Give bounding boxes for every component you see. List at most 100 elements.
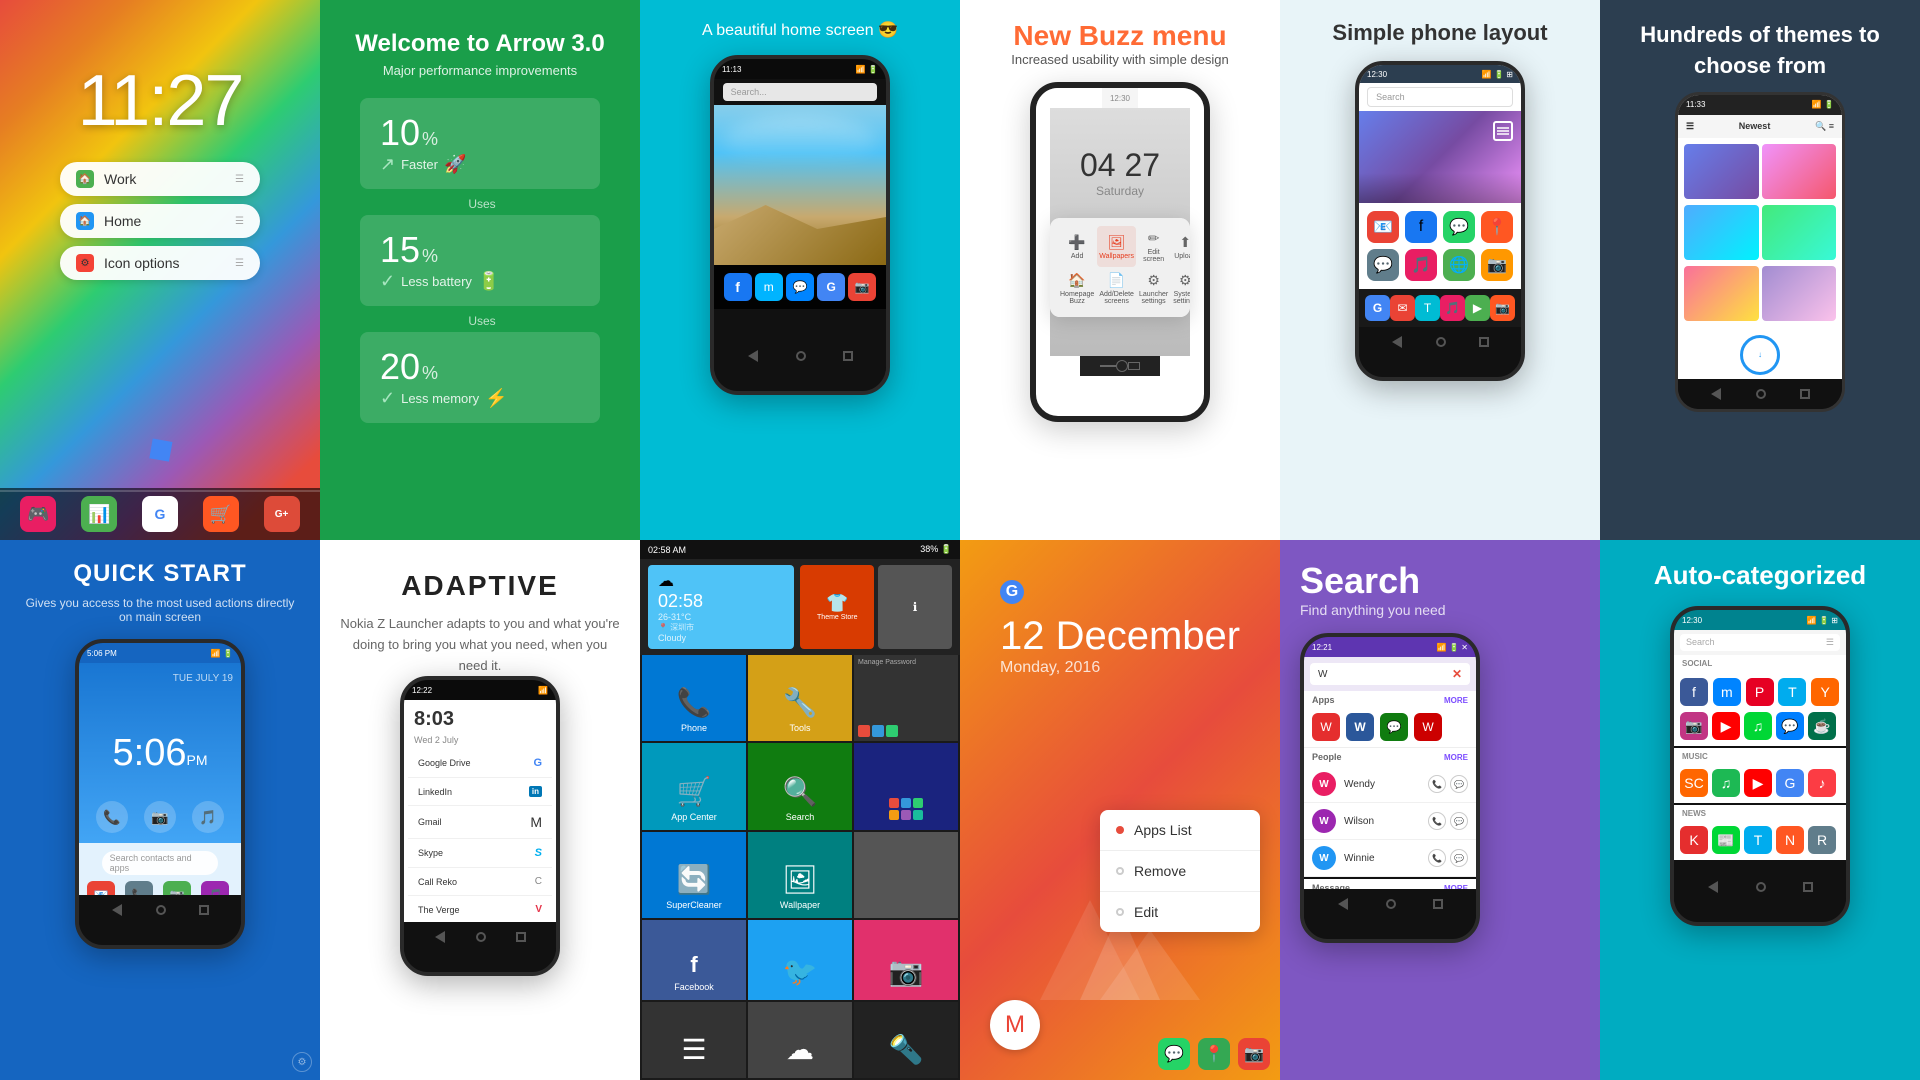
buzz-wallpapers-icon[interactable]: 🖼 Wallpapers bbox=[1097, 226, 1136, 267]
adaptive-home-icon[interactable] bbox=[476, 932, 486, 942]
nokia-app-callreko[interactable]: Call Reko C bbox=[408, 868, 552, 896]
qs-recents-icon[interactable] bbox=[199, 905, 209, 915]
theme-card-6[interactable] bbox=[1762, 266, 1837, 321]
wilson-call-icon[interactable]: 📞 bbox=[1428, 812, 1446, 830]
social-messenger[interactable]: m bbox=[1713, 678, 1741, 706]
context-remove[interactable]: Remove bbox=[1100, 851, 1260, 892]
qs-action-2[interactable]: 📷 bbox=[144, 801, 176, 833]
app-chrome[interactable]: 🌐 bbox=[1443, 249, 1475, 281]
tile-cloud[interactable]: ☁ bbox=[748, 1002, 852, 1078]
app-gmail[interactable]: 📧 bbox=[1367, 211, 1399, 243]
recents-nav-icon[interactable] bbox=[1479, 337, 1489, 347]
person-wendy[interactable]: W Wendy 📞 💬 bbox=[1304, 766, 1476, 803]
nokia-app-drive[interactable]: Google Drive G bbox=[408, 749, 552, 778]
buzz-menu-popup[interactable]: ➕ Add 🖼 Wallpapers ✏ Edit screen ⬆ bbox=[1050, 218, 1190, 317]
person-wilson[interactable]: W Wilson 📞 💬 bbox=[1304, 803, 1476, 840]
buzz-launcher-icon[interactable]: ⚙ Launcher settings bbox=[1137, 268, 1170, 309]
winnie-call-icon[interactable]: 📞 bbox=[1428, 849, 1446, 867]
app-camera[interactable]: 📷 bbox=[1481, 249, 1513, 281]
context-menu-popup[interactable]: Apps List Remove Edit bbox=[1100, 810, 1260, 932]
tile-phone[interactable]: 📞 Phone bbox=[642, 655, 746, 741]
social-twitter[interactable]: T bbox=[1778, 678, 1806, 706]
auto-home-icon[interactable] bbox=[1756, 882, 1766, 892]
dock-app-5[interactable]: ▶ bbox=[1465, 295, 1490, 321]
qs-action-3[interactable]: 🎵 bbox=[192, 801, 224, 833]
search-recents-icon[interactable] bbox=[1433, 899, 1443, 909]
search-back-icon[interactable] bbox=[1338, 898, 1348, 910]
music-youtube[interactable]: ▶ bbox=[1744, 769, 1772, 797]
dock-app-4[interactable]: 🎵 bbox=[1440, 295, 1465, 321]
qs-action-1[interactable]: 📞 bbox=[96, 801, 128, 833]
back-button-icon[interactable] bbox=[748, 350, 758, 362]
menu-item-work[interactable]: 🏠 Work ☰ bbox=[60, 162, 260, 196]
buzz-editscreen-icon[interactable]: ✏ Edit screen bbox=[1137, 226, 1170, 267]
social-yelp[interactable]: Y bbox=[1811, 678, 1839, 706]
tile-insta[interactable]: 📷 bbox=[854, 920, 958, 999]
social-spotify[interactable]: ♫ bbox=[1744, 712, 1772, 740]
music-spotify[interactable]: ♫ bbox=[1712, 769, 1740, 797]
settings-gear-icon[interactable]: ⚙ bbox=[292, 1052, 312, 1072]
home-button-icon[interactable] bbox=[796, 351, 806, 361]
qs-app-4[interactable]: 🎵 bbox=[201, 881, 229, 895]
adaptive-recents-icon[interactable] bbox=[516, 932, 526, 942]
nokia-app-gmail[interactable]: Gmail M bbox=[408, 806, 552, 839]
context-edit[interactable]: Edit bbox=[1100, 892, 1260, 932]
camera-bottom-icon[interactable]: 📷 bbox=[1238, 1038, 1270, 1070]
tile-wallpaper[interactable]: 🖼 Wallpaper bbox=[748, 832, 852, 918]
theme-card-3[interactable] bbox=[1684, 205, 1759, 260]
theme-card-2[interactable] bbox=[1762, 144, 1837, 199]
social-insta[interactable]: 📷 bbox=[1680, 712, 1708, 740]
app-icon-1[interactable]: 🎮 bbox=[20, 496, 56, 532]
app-fb[interactable]: f bbox=[1405, 211, 1437, 243]
app-icon-3[interactable]: 🛒 bbox=[203, 496, 239, 532]
app-icon-2[interactable]: 📊 bbox=[81, 496, 117, 532]
news-kindle[interactable]: K bbox=[1680, 826, 1708, 854]
social-pinterest[interactable]: P bbox=[1746, 678, 1774, 706]
auto-search-input[interactable]: Search ☰ bbox=[1680, 634, 1840, 651]
app-wa[interactable]: 💬 bbox=[1443, 211, 1475, 243]
app-icon-gplus[interactable]: G+ bbox=[264, 496, 300, 532]
dock-app-6[interactable]: 📷 bbox=[1490, 295, 1515, 321]
wilson-msg-icon[interactable]: 💬 bbox=[1450, 812, 1468, 830]
buzz-add-icon[interactable]: ➕ Add bbox=[1058, 226, 1096, 267]
qs-app-1[interactable]: 📧 bbox=[87, 881, 115, 895]
search-clear-icon[interactable]: ✕ bbox=[1452, 667, 1462, 681]
theme-card-1[interactable] bbox=[1684, 144, 1759, 199]
nokia-app-linkedin[interactable]: LinkedIn in bbox=[408, 778, 552, 806]
dock-app-3[interactable]: T bbox=[1415, 295, 1440, 321]
social-extra[interactable]: 💬 bbox=[1776, 712, 1804, 740]
more-people-link[interactable]: MORE bbox=[1444, 753, 1468, 762]
qs-app-3[interactable]: 📷 bbox=[163, 881, 191, 895]
app-maps[interactable]: 📍 bbox=[1481, 211, 1513, 243]
app-messenger[interactable]: 💬 bbox=[1367, 249, 1399, 281]
social-youtube[interactable]: ▶ bbox=[1712, 712, 1740, 740]
qs-back-icon[interactable] bbox=[112, 904, 122, 916]
qs-app-2[interactable]: 📞 bbox=[125, 881, 153, 895]
app-word[interactable]: W bbox=[1346, 713, 1374, 741]
wendy-msg-icon[interactable]: 💬 bbox=[1450, 775, 1468, 793]
tile-twitter[interactable]: 🐦 bbox=[748, 920, 852, 999]
news-app[interactable]: 📰 bbox=[1712, 826, 1740, 854]
qs-home-icon[interactable] bbox=[156, 905, 166, 915]
back-nav-icon[interactable] bbox=[1392, 336, 1402, 348]
news-extra1[interactable]: N bbox=[1776, 826, 1804, 854]
simple-search-bar[interactable]: Search bbox=[1367, 87, 1513, 107]
home-nav-icon[interactable] bbox=[1436, 337, 1446, 347]
music-google[interactable]: G bbox=[1776, 769, 1804, 797]
buzz-upload-icon[interactable]: ⬆ Upload bbox=[1171, 226, 1190, 267]
tile-manage[interactable]: Manage Password bbox=[854, 655, 958, 741]
tile-search[interactable]: 🔍 Search bbox=[748, 743, 852, 829]
theme-card-4[interactable] bbox=[1762, 205, 1837, 260]
themes-back-icon[interactable] bbox=[1711, 388, 1721, 400]
nokia-app-skype[interactable]: Skype S bbox=[408, 839, 552, 868]
person-winnie[interactable]: W Winnie 📞 💬 bbox=[1304, 840, 1476, 877]
app-icon-google[interactable]: G bbox=[142, 496, 178, 532]
tile-menu[interactable]: ☰ bbox=[642, 1002, 746, 1078]
tile-supercleaner[interactable]: 🔄 SuperCleaner bbox=[642, 832, 746, 918]
menu-item-home[interactable]: 🏠 Home ☰ bbox=[60, 204, 260, 238]
buzz-homepage-icon[interactable]: 🏠 Homepage Buzz bbox=[1058, 268, 1096, 309]
dock-app-2[interactable]: ✉ bbox=[1390, 295, 1415, 321]
auto-back-icon[interactable] bbox=[1708, 881, 1718, 893]
social-starbucks[interactable]: ☕ bbox=[1808, 712, 1836, 740]
news-twitter[interactable]: T bbox=[1744, 826, 1772, 854]
